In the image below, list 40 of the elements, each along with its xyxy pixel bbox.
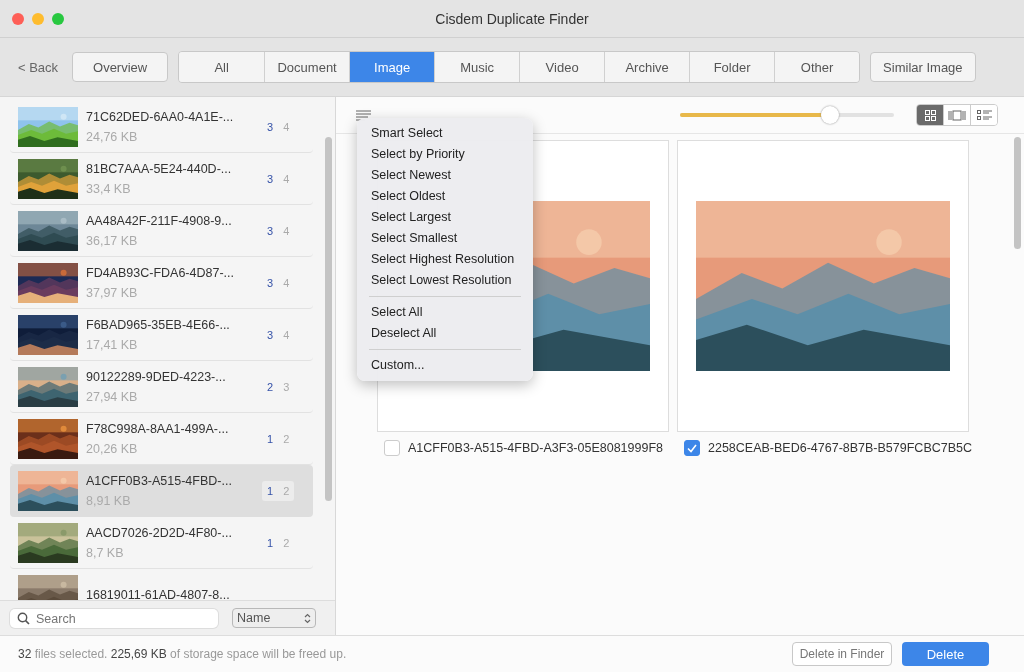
selected-count: 3	[266, 276, 275, 289]
file-name: 71C62DED-6AA0-4A1E-...	[86, 109, 235, 124]
selected-count: 2	[266, 380, 275, 393]
total-count: 4	[282, 172, 291, 185]
file-name: 81BC7AAA-5E24-440D-...	[86, 161, 233, 176]
file-size: 27,94 KB	[86, 389, 139, 404]
status-text: 32 files selected. 225,69 KB of storage space will be freed up.	[18, 647, 347, 661]
file-name: AA48A42F-211F-4908-9...	[86, 213, 233, 228]
file-name: A1CFF0B3-A515-4FBD-...	[86, 473, 233, 488]
file-name: 90122289-9DED-4223-...	[86, 369, 227, 384]
selected-count: 3	[266, 120, 275, 133]
file-name: F78C998A-8AA1-499A-...	[86, 421, 230, 436]
selected-count: 3	[266, 328, 275, 341]
total-count: 4	[282, 120, 291, 133]
total-count: 4	[282, 276, 291, 289]
file-size: 8,7 KB	[86, 545, 125, 560]
file-size: 37,97 KB	[86, 285, 139, 300]
file-size: 17,41 KB	[86, 337, 139, 352]
file-size: 24,76 KB	[86, 129, 139, 144]
file-name: FD4AB93C-FDA6-4D87-...	[86, 265, 235, 280]
total-count: 2	[282, 536, 291, 549]
selected-count: 1	[266, 536, 275, 549]
total-count: 3	[282, 380, 291, 393]
total-count: 2	[282, 432, 291, 445]
file-name: 16819011-61AD-4807-8...	[86, 587, 231, 600]
file-name: F6BAD965-35EB-4E66-...	[86, 317, 231, 332]
window-title: Cisdem Duplicate Finder	[435, 10, 589, 27]
total-count: 4	[282, 328, 291, 341]
file-name: 2258CEAB-BED6-4767-8B7B-B579FCBC7B5C	[708, 441, 973, 455]
selected-count: 1	[266, 432, 275, 445]
selected-count: 3	[266, 172, 275, 185]
total-count: 4	[282, 224, 291, 237]
file-size: 36,17 KB	[86, 233, 139, 248]
file-name: A1CFF0B3-A515-4FBD-A3F3-05E8081999F8	[408, 441, 663, 455]
total-count: 2	[282, 484, 291, 497]
selected-count: 1	[266, 484, 275, 497]
selected-count: 3	[266, 224, 275, 237]
file-size: 20,26 KB	[86, 441, 139, 456]
file-name: AACD7026-2D2D-4F80-...	[86, 525, 233, 540]
file-size: 33,4 KB	[86, 181, 132, 196]
